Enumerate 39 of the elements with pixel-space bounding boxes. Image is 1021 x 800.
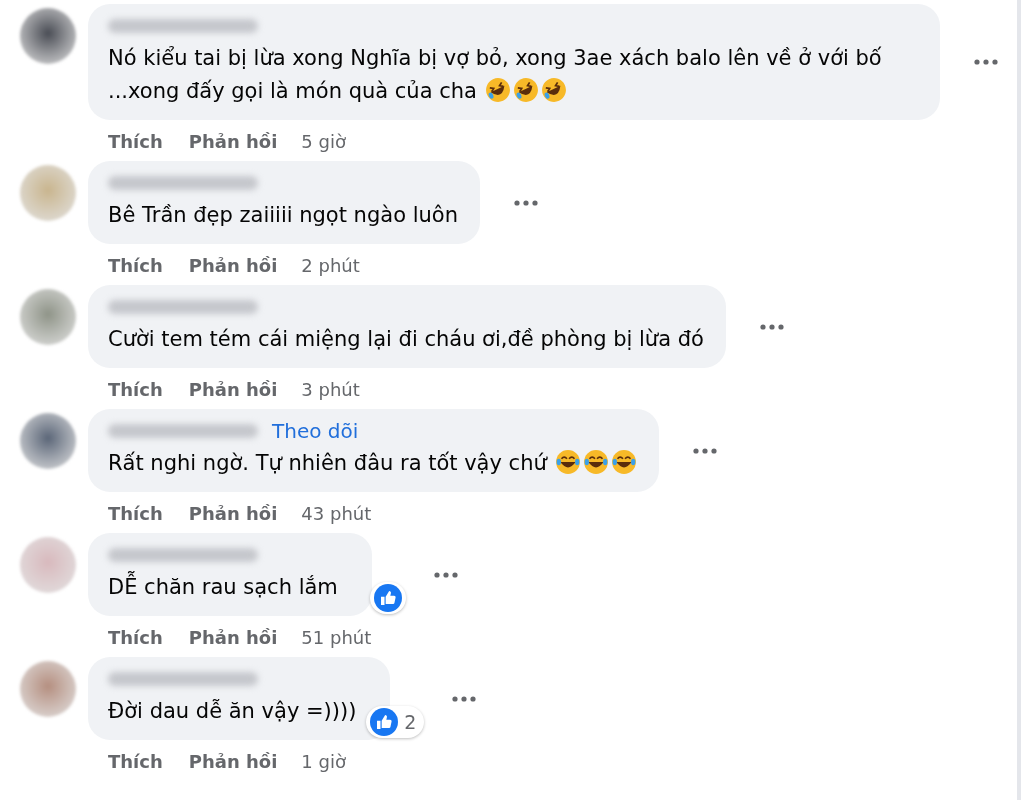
like-link[interactable]: Thích bbox=[108, 254, 163, 276]
thumbs-up-icon bbox=[373, 584, 402, 612]
more-options-icon[interactable] bbox=[974, 59, 998, 65]
comment-time: 2 phút bbox=[301, 254, 360, 276]
reply-link[interactable]: Phản hồi bbox=[188, 626, 278, 648]
more-options-icon[interactable] bbox=[692, 447, 717, 454]
comment-time: 43 phút bbox=[301, 502, 372, 524]
reply-link[interactable]: Phản hồi bbox=[188, 750, 278, 772]
comment-time: 1 giờ bbox=[301, 750, 346, 772]
reply-link[interactable]: Phản hồi bbox=[188, 254, 278, 276]
comment-text: Nó kiểu tai bị lừa xong Nghĩa bị vợ bỏ, xong 3ae xách balo lên về ở với bố ...xong đấy gọi là món quà của cha bbox=[108, 45, 883, 105]
more-options-icon[interactable] bbox=[759, 323, 784, 330]
avatar[interactable] bbox=[20, 413, 76, 469]
follow-link[interactable]: Theo dõi bbox=[272, 419, 359, 443]
comment-text: DỄ chăn rau sạch lắm bbox=[108, 571, 338, 604]
thumbs-up-icon bbox=[370, 708, 399, 736]
reaction-badge[interactable]: 2 bbox=[366, 706, 425, 738]
comment-time: 5 giờ bbox=[301, 130, 346, 152]
comment-text: Cười tem tém cái miệng lại đi cháu ơi,đề phòng bị lừa đó bbox=[108, 326, 704, 353]
comment-time: 3 phút bbox=[301, 378, 360, 400]
reply-link[interactable]: Phản hồi bbox=[188, 378, 278, 400]
reaction-badge[interactable] bbox=[369, 582, 406, 614]
more-options-icon[interactable] bbox=[452, 695, 477, 702]
reply-link[interactable]: Phản hồi bbox=[188, 130, 278, 152]
more-options-icon[interactable] bbox=[513, 199, 538, 206]
like-link[interactable]: Thích bbox=[108, 130, 163, 152]
reaction-count: 2 bbox=[404, 711, 418, 733]
comment-text: Đời dau dễ ăn vậy =)))) bbox=[108, 698, 357, 725]
avatar[interactable] bbox=[20, 8, 76, 64]
avatar[interactable] bbox=[20, 289, 76, 345]
reply-link[interactable]: Phản hồi bbox=[188, 502, 278, 524]
like-link[interactable]: Thích bbox=[108, 750, 163, 772]
comment-time: 51 phút bbox=[301, 626, 372, 648]
like-link[interactable]: Thích bbox=[108, 626, 163, 648]
more-options-icon[interactable] bbox=[433, 571, 458, 578]
comment-text: Bê Trần đẹp zaiiiii ngọt ngào luôn bbox=[108, 202, 458, 229]
comment-text: Rất nghi ngờ. Tự nhiên đâu ra tốt vậy chứ bbox=[108, 447, 637, 480]
like-link[interactable]: Thích bbox=[108, 378, 163, 400]
like-link[interactable]: Thích bbox=[108, 502, 163, 524]
